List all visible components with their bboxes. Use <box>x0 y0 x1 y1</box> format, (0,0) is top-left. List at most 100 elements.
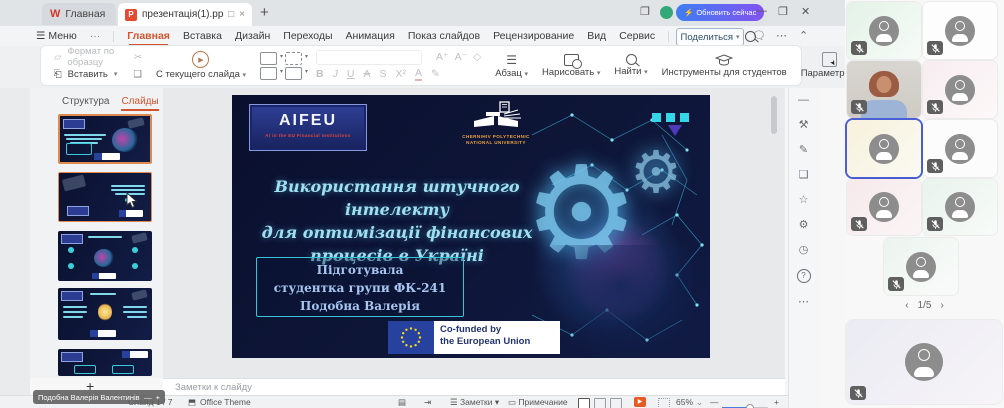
participant-tile[interactable] <box>923 61 997 118</box>
tab-document[interactable]: P презентація(1).pptx □ × <box>118 3 252 26</box>
paragraph-button[interactable]: Абзац ▾ <box>495 68 528 79</box>
presenter-name-overlay[interactable]: Подобна Валерія Валентинівна — + <box>33 390 165 404</box>
overlay-expand-icon[interactable]: + <box>156 393 160 402</box>
participant-tile-large[interactable] <box>846 320 1002 404</box>
update-now-button[interactable]: ⚡ Обновить сейчас <box>676 4 764 21</box>
menu-button[interactable]: ☰ Меню <box>36 30 77 42</box>
history-icon[interactable]: ◷ <box>799 244 809 256</box>
menu-animatsiya[interactable]: Анимация <box>346 30 395 42</box>
underline-button[interactable]: U <box>347 68 355 80</box>
menu-pokaz-slaydov[interactable]: Показ слайдов <box>408 30 480 42</box>
layers-icon[interactable]: ❑ <box>799 169 809 181</box>
draw-button[interactable]: Нарисовать ▾ <box>542 67 600 78</box>
view-normal-icon[interactable] <box>578 398 590 408</box>
menu-vid[interactable]: Вид <box>587 30 606 42</box>
theme-name[interactable]: Office Theme <box>200 397 251 407</box>
menu-dizayn[interactable]: Дизайн <box>235 30 270 42</box>
present-icon[interactable] <box>285 52 302 65</box>
close-button[interactable]: ✕ <box>801 5 810 18</box>
tab-wps-home[interactable]: W Главная <box>42 3 116 25</box>
more-icon[interactable]: ⋯ <box>776 29 787 42</box>
minimize-button[interactable]: — <box>756 5 767 17</box>
slide-canvas[interactable]: ⚙ ⚙ AIFEU AI in the EU Financial Institu… <box>232 95 710 358</box>
restore-button[interactable]: ❐ <box>778 5 788 18</box>
menu-perekhody[interactable]: Переходы <box>283 30 332 42</box>
tab-close-icon[interactable]: × <box>239 9 245 20</box>
settings-icon[interactable]: ⚙ <box>799 219 809 231</box>
overlay-minimize-icon[interactable]: — <box>144 393 152 402</box>
menu-more-icon[interactable]: ··· <box>90 30 101 42</box>
copy-icon[interactable]: ❑ <box>133 69 142 80</box>
shadow-button[interactable]: S <box>379 68 386 80</box>
participant-tile[interactable] <box>884 238 958 295</box>
shape-edit-icon[interactable]: ✎ <box>799 144 808 156</box>
comment-toggle[interactable]: ▭ Примечание <box>508 397 568 408</box>
new-tab-button[interactable]: + <box>260 4 269 21</box>
tab-structure[interactable]: Структура <box>62 96 109 107</box>
fit-window-icon[interactable] <box>658 398 670 408</box>
paste-button[interactable]: Вставить <box>68 69 108 80</box>
tab-restore-icon[interactable]: □ <box>228 9 234 20</box>
superscript-button[interactable]: X² <box>396 68 407 80</box>
menu-glavnaya[interactable]: Главная <box>127 30 170 42</box>
tools-icon[interactable]: ⚒ <box>799 119 809 131</box>
favorites-icon[interactable]: ☆ <box>799 194 809 206</box>
notes-toggle[interactable]: ☰ Заметки ▾ <box>450 397 499 408</box>
slide-thumbnail-1[interactable]: 1 <box>58 114 152 164</box>
participant-tile-video[interactable] <box>847 61 921 118</box>
participant-tile[interactable] <box>923 120 997 177</box>
tab-overview-icon[interactable]: ❐ <box>640 5 650 18</box>
menu-vstavka[interactable]: Вставка <box>183 30 222 42</box>
share-button[interactable]: Поделиться▾ <box>676 28 744 46</box>
slide-thumbnail-5[interactable]: 5 <box>58 349 152 376</box>
highlight-button[interactable]: ✎ <box>431 68 440 80</box>
participant-tile[interactable] <box>847 2 921 59</box>
account-avatar[interactable] <box>660 6 673 19</box>
collapse-sidebar-icon[interactable]: — <box>798 94 809 106</box>
zoom-caret-icon[interactable]: ⌄ <box>696 397 703 408</box>
editor-area[interactable]: ⚙ ⚙ AIFEU AI in the EU Financial Institu… <box>163 88 785 378</box>
jump-icon[interactable]: ⇥ <box>424 397 431 408</box>
view-sorter-icon[interactable] <box>594 398 606 408</box>
font-grow-button[interactable]: A⁺ <box>436 51 449 63</box>
font-shrink-button[interactable]: A⁻ <box>455 51 468 63</box>
comment-icon[interactable]: 🗨 <box>752 29 766 42</box>
participant-tile-selected[interactable] <box>847 120 921 177</box>
menu-retsenzirovanie[interactable]: Рецензирование <box>493 30 574 42</box>
notebook-icon[interactable]: ▤ <box>398 397 406 408</box>
layout-icon[interactable] <box>260 67 277 80</box>
notes-field[interactable]: Заметки к слайду <box>163 378 785 395</box>
new-slide-icon[interactable] <box>260 52 277 65</box>
slide-thumbnail-4[interactable]: 4 <box>58 288 152 340</box>
bold-button[interactable]: B <box>316 68 324 80</box>
editor-scrollbar[interactable] <box>771 96 777 134</box>
student-tools-button[interactable]: Инструменты для студентов <box>662 67 787 78</box>
slide-title[interactable]: Використання штучного інтелекту для опти… <box>232 175 562 267</box>
prev-page-icon[interactable]: ‹ <box>905 300 908 311</box>
zoom-in-button[interactable]: + <box>774 397 779 407</box>
play-from-current-icon[interactable]: ▶ <box>192 51 209 68</box>
italic-button[interactable]: J <box>333 68 338 80</box>
zoom-level[interactable]: 65% <box>676 397 693 407</box>
participant-tile[interactable] <box>923 179 997 235</box>
slideshow-button[interactable]: ▶ <box>634 397 646 407</box>
slide-thumbnail-3[interactable]: 3 <box>58 231 152 281</box>
menu-servis[interactable]: Сервис <box>619 30 655 42</box>
participant-tile[interactable] <box>847 179 921 235</box>
help-icon[interactable]: ? <box>797 269 811 283</box>
font-color-button[interactable]: A <box>415 67 422 81</box>
author-box[interactable]: Підготувала студентка групи ФК-241 Подоб… <box>256 257 464 317</box>
next-page-icon[interactable]: › <box>940 300 943 311</box>
view-reading-icon[interactable] <box>610 398 622 408</box>
collapse-ribbon-icon[interactable]: ⌃ <box>799 29 808 42</box>
participant-tile[interactable] <box>923 2 997 59</box>
from-current-slide-button[interactable]: С текущего слайда ▾ <box>156 69 246 80</box>
clear-format-icon[interactable]: ◇ <box>473 51 481 63</box>
find-button[interactable]: Найти ▾ <box>614 66 647 77</box>
cut-icon[interactable]: ✂ <box>134 52 142 63</box>
font-name-input[interactable] <box>316 50 422 65</box>
reset-icon[interactable] <box>285 67 302 80</box>
more-tools-icon[interactable]: ⋯ <box>798 296 809 308</box>
strikethrough-button[interactable]: A <box>363 68 370 80</box>
collapse-panel-icon[interactable]: ‹ <box>154 96 157 106</box>
